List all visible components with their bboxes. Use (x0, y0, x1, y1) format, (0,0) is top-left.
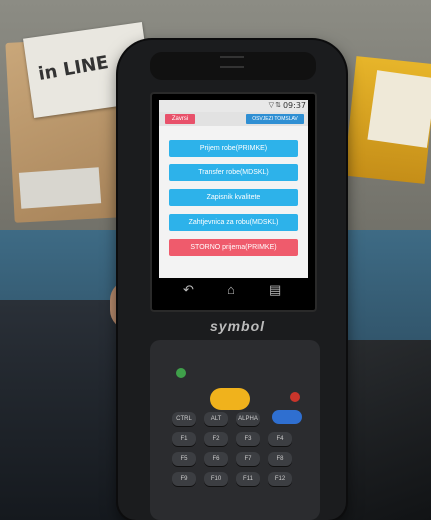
device-screen: ▽ ⇅ 09:37 Zavrsi OSVJEZI TOMSLAV Prijem … (150, 92, 317, 312)
scan-trigger-button[interactable] (210, 388, 250, 410)
key-f12[interactable]: F12 (268, 472, 292, 486)
keypad: CTRL ALT ALPHA F1 F2 F3 F4 F5 F6 F7 F8 F… (150, 340, 320, 520)
goods-request-button[interactable]: Zahtjevnica za robu(MDSKL) (169, 214, 298, 231)
quality-record-button[interactable]: Zapisnik kvalitete (169, 189, 298, 206)
app-display: ▽ ⇅ 09:37 Zavrsi OSVJEZI TOMSLAV Prijem … (159, 100, 308, 278)
key-f3[interactable]: F3 (236, 432, 260, 446)
recents-icon[interactable]: ▤ (269, 282, 281, 298)
device-brand-logo: symbol (210, 318, 266, 334)
key-f10[interactable]: F10 (204, 472, 228, 486)
key-f7[interactable]: F7 (236, 452, 260, 466)
close-button[interactable]: Zavrsi (165, 114, 195, 124)
key-ctrl[interactable]: CTRL (172, 412, 196, 426)
android-nav-bar: ↶ ⌂ ▤ (159, 280, 308, 302)
green-call-key[interactable] (176, 368, 186, 378)
red-end-key[interactable] (290, 392, 300, 402)
back-icon[interactable]: ↶ (183, 282, 194, 298)
status-bar: ▽ ⇅ 09:37 (159, 100, 308, 112)
packing-tape (18, 167, 102, 209)
key-f4[interactable]: F4 (268, 432, 292, 446)
signal-icon: ⇅ (275, 102, 281, 109)
refresh-button[interactable]: OSVJEZI TOMSLAV (246, 114, 304, 124)
key-f9[interactable]: F9 (172, 472, 196, 486)
status-time: 09:37 (282, 101, 306, 110)
key-f6[interactable]: F6 (204, 452, 228, 466)
transfer-goods-button[interactable]: Transfer robe(MDSKL) (169, 164, 298, 181)
storno-receipt-button[interactable]: STORNO prijema(PRIMKE) (169, 239, 298, 256)
key-alpha[interactable]: ALPHA (236, 412, 260, 426)
paper-stack (367, 70, 431, 148)
app-top-bar: Zavrsi OSVJEZI TOMSLAV (159, 112, 308, 126)
home-icon[interactable]: ⌂ (227, 282, 235, 297)
key-f5[interactable]: F5 (172, 452, 196, 466)
wifi-icon: ▽ (268, 102, 274, 109)
speaker-grill (220, 56, 244, 68)
key-alt[interactable]: ALT (204, 412, 228, 426)
key-f8[interactable]: F8 (268, 452, 292, 466)
receive-goods-button[interactable]: Prijem robe(PRIMKE) (169, 140, 298, 157)
blue-function-key[interactable] (272, 410, 302, 424)
key-f1[interactable]: F1 (172, 432, 196, 446)
key-f2[interactable]: F2 (204, 432, 228, 446)
key-f11[interactable]: F11 (236, 472, 260, 486)
